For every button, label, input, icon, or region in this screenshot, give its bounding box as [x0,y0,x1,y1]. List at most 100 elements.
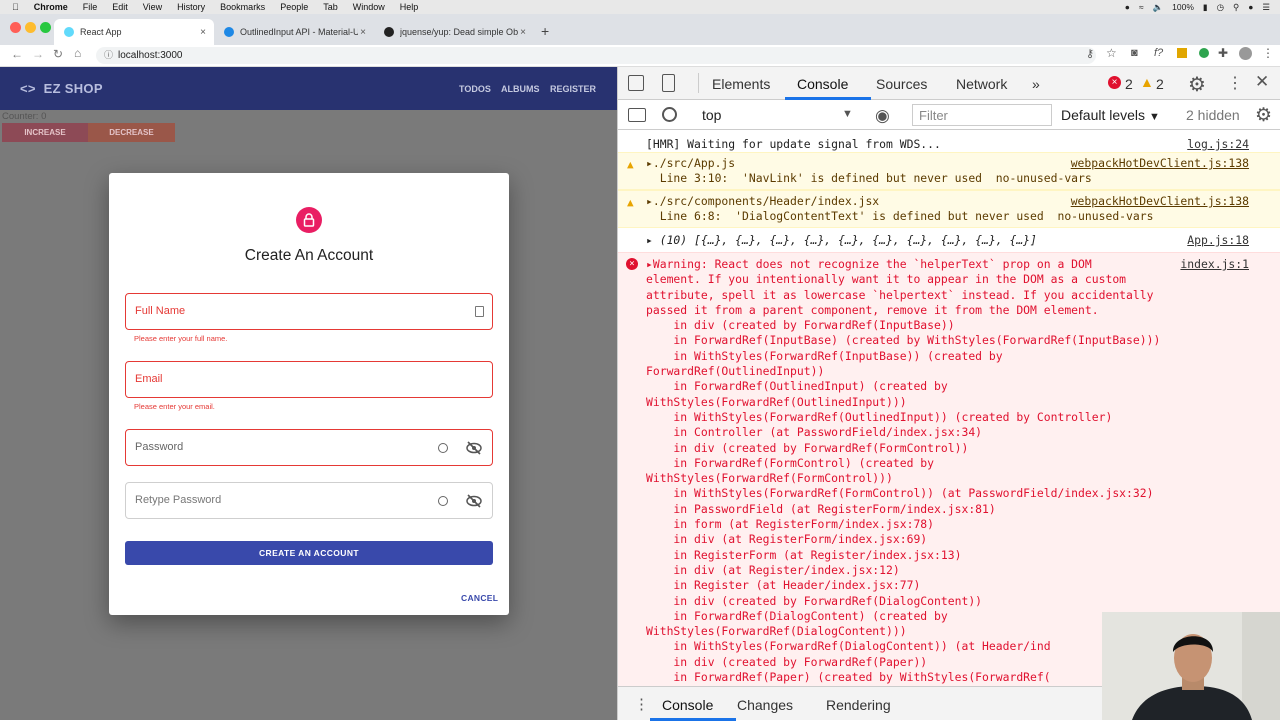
message-source-link[interactable]: log.js:24 [1187,137,1249,151]
more-tabs-icon[interactable]: » [1032,76,1040,92]
volume-icon[interactable]: 🔈 [1153,2,1164,13]
status-area: ● ≈ 🔈 100% ▮ ◷ ⚲ ● ☰ [1125,0,1270,14]
apple-icon[interactable]:  [12,2,19,12]
decrease-button[interactable]: DECREASE [88,123,175,142]
key-icon[interactable]: ⚷ [1086,47,1094,60]
back-icon[interactable]: ← [11,47,23,61]
nav-albums[interactable]: ALBUMS [501,84,540,94]
menu-tab[interactable]: Tab [323,2,338,12]
device-toolbar-icon[interactable] [662,74,675,92]
error-source-link[interactable]: index.js:1 [1180,257,1249,271]
github-icon [384,27,394,37]
create-account-button[interactable]: CREATE AN ACCOUNT [125,541,493,565]
control-center-icon[interactable]: ☰ [1262,2,1270,13]
message-text[interactable]: ▸./src/App.js Line 3:10: 'NavLink' is de… [646,156,1092,186]
menu-chrome[interactable]: Chrome [34,2,68,12]
message-text[interactable]: ▸ (10) [{…}, {…}, {…}, {…}, {…}, {…}, {…… [646,233,1037,247]
extension-icon[interactable] [1199,48,1209,58]
chrome-menu-icon[interactable]: ⋮ [1262,46,1274,60]
message-source-link[interactable]: App.js:18 [1187,233,1249,247]
drawer-menu-icon[interactable]: ⋮ [634,695,649,713]
info-icon[interactable]: ⓘ [104,47,113,64]
tab-network[interactable]: Network [956,76,1007,92]
record-icon[interactable]: ● [1125,2,1130,12]
error-count-icon[interactable]: × [1108,76,1121,89]
drawer-tab-changes[interactable]: Changes [737,697,793,713]
increase-button[interactable]: INCREASE [2,123,88,142]
extension-icon[interactable] [1177,48,1187,58]
drawer-tab-rendering[interactable]: Rendering [826,697,891,713]
tab-outlinedinput[interactable]: OutlinedInput API - Material-UI × [214,19,374,45]
log-levels-select[interactable]: Default levels ▼ [1061,107,1160,123]
settings-gear-icon[interactable]: ⚙ [1188,72,1206,97]
divider [698,73,699,93]
minimize-window-icon[interactable] [25,22,36,33]
sidebar-toggle-icon[interactable] [628,108,646,122]
clear-console-icon[interactable] [662,107,677,122]
menu-people[interactable]: People [280,2,308,12]
filter-input[interactable]: Filter [912,104,1052,126]
url-input[interactable]: ⓘ localhost:3000 [96,47,1096,64]
maximize-window-icon[interactable] [40,22,51,33]
menu-window[interactable]: Window [353,2,385,12]
menu-help[interactable]: Help [400,2,419,12]
tab-elements[interactable]: Elements [712,76,770,92]
drawer-tab-console[interactable]: Console [662,697,713,713]
visibility-off-icon[interactable] [466,441,482,460]
register-dialog: Create An Account Full Name Please enter… [109,173,509,615]
profile-avatar[interactable] [1239,47,1252,60]
battery-percent[interactable]: 100% [1172,2,1194,12]
close-devtools-icon[interactable]: ✕ [1255,72,1269,92]
message-source-link[interactable]: webpackHotDevClient.js:138 [1071,194,1249,208]
wifi-icon[interactable]: ≈ [1139,2,1144,12]
clock-icon[interactable]: ◷ [1217,2,1224,13]
reload-icon[interactable]: ↻ [53,47,63,61]
brand-logo[interactable]: <> EZ SHOP [20,81,103,96]
error-count[interactable]: 2 [1125,76,1133,92]
menu-history[interactable]: History [177,2,205,12]
nav-register[interactable]: REGISTER [550,84,596,94]
tab-sources[interactable]: Sources [876,76,927,92]
warning-count-icon[interactable]: ▲ [1140,74,1154,90]
home-icon[interactable]: ⌂ [74,46,81,60]
message-source-link[interactable]: webpackHotDevClient.js:138 [1071,156,1249,170]
menu-file[interactable]: File [83,2,98,12]
menu-bookmarks[interactable]: Bookmarks [220,2,265,12]
function-icon[interactable]: f? [1154,47,1163,59]
hidden-count[interactable]: 2 hidden [1186,107,1240,123]
new-tab-icon[interactable]: + [541,23,549,39]
eye-icon[interactable]: ◉ [875,106,890,126]
tab-react-app[interactable]: React App × [54,19,214,45]
user-avatar-icon[interactable]: ● [1248,2,1253,12]
tab-yup[interactable]: jquense/yup: Dead simple Obj... × [374,19,534,45]
puzzle-icon[interactable]: ✚ [1218,46,1228,60]
inspect-element-icon[interactable] [628,75,644,91]
camera-icon[interactable]: ◙ [1131,47,1138,59]
retype-password-field[interactable]: Retype Password [125,482,493,519]
password-field[interactable]: Password [125,429,493,466]
error-text[interactable]: ▸Warning: React does not recognize the `… [646,257,1160,685]
forward-icon[interactable]: → [32,47,44,61]
nav-todos[interactable]: TODOS [459,84,491,94]
tab-console[interactable]: Console [797,76,848,92]
console-settings-icon[interactable]: ⚙ [1255,104,1272,127]
warning-count[interactable]: 2 [1156,76,1164,92]
dialog-title: Create An Account [244,247,374,264]
visibility-off-icon[interactable] [466,494,482,513]
context-select[interactable]: top [702,107,721,123]
kebab-menu-icon[interactable]: ⋮ [1227,73,1243,93]
cancel-button[interactable]: CANCEL [461,593,498,603]
menu-edit[interactable]: Edit [112,2,128,12]
close-tab-icon[interactable]: × [200,27,206,38]
close-window-icon[interactable] [10,22,21,33]
search-icon[interactable]: ⚲ [1233,2,1239,13]
bookmark-star-icon[interactable]: ☆ [1106,46,1117,60]
console-output: [HMR] Waiting for update signal from WDS… [618,130,1280,686]
email-field[interactable]: Email [125,361,493,398]
menu-view[interactable]: View [143,2,162,12]
context-dropdown-icon[interactable]: ▼ [842,108,853,120]
close-tab-icon[interactable]: × [520,27,526,38]
console-warning: ▲ ▸./src/App.js Line 3:10: 'NavLink' is … [618,152,1280,190]
close-tab-icon[interactable]: × [360,27,366,38]
full-name-field[interactable]: Full Name [125,293,493,330]
